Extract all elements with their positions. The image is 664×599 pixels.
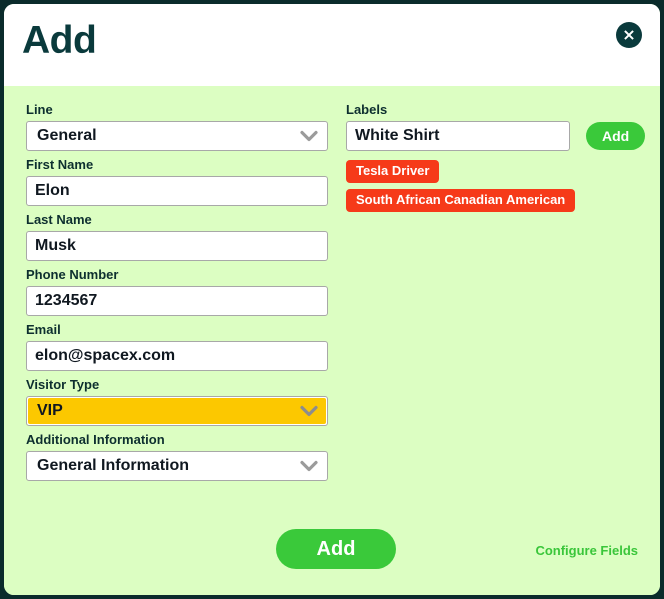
first-name-input[interactable] <box>26 176 328 206</box>
field-phone-number: Phone Number <box>26 267 328 316</box>
field-first-name: First Name <box>26 157 328 206</box>
tag-row: Tesla Driver <box>346 160 636 189</box>
field-label-phone-number: Phone Number <box>26 267 119 282</box>
tag-row: South African Canadian American <box>346 189 636 218</box>
submit-add-button[interactable]: Add <box>276 529 396 569</box>
configure-fields-link[interactable]: Configure Fields <box>535 543 638 558</box>
field-label-line: Line <box>26 102 53 117</box>
field-last-name: Last Name <box>26 212 328 261</box>
labels-tag-list: Tesla Driver South African Canadian Amer… <box>346 160 636 218</box>
field-line: Line General <box>26 102 328 151</box>
chevron-down-icon <box>300 460 318 472</box>
page-title: Add <box>22 19 97 62</box>
last-name-input[interactable] <box>26 231 328 261</box>
dialog-header: Add <box>4 4 660 86</box>
labels-column: Labels Add Tesla Driver South African Ca… <box>346 102 646 218</box>
field-label-email: Email <box>26 322 61 337</box>
form-column-left: Line General First Name Last Name <box>26 102 328 487</box>
additional-information-select[interactable]: General Information <box>26 451 328 481</box>
email-input[interactable] <box>26 341 328 371</box>
labels-input[interactable] <box>346 121 570 151</box>
label-tag[interactable]: Tesla Driver <box>346 160 440 183</box>
visitor-type-select[interactable]: VIP <box>26 396 328 426</box>
add-label-button[interactable]: Add <box>586 122 646 150</box>
additional-information-select-value: General Information <box>37 457 190 474</box>
field-email: Email <box>26 322 328 371</box>
line-select[interactable]: General <box>26 121 328 151</box>
field-label-last-name: Last Name <box>26 212 92 227</box>
add-visitor-dialog: Add Line General First Name Elon Last Na… <box>0 0 664 599</box>
field-label-visitor-type: Visitor Type <box>26 377 100 392</box>
line-select-value: General <box>37 127 97 144</box>
visitor-type-select-value: VIP <box>37 402 63 419</box>
close-icon[interactable] <box>616 22 642 48</box>
field-label-additional-information: Additional Information <box>26 432 165 447</box>
phone-number-input[interactable] <box>26 286 328 316</box>
label-tag[interactable]: South African Canadian American <box>346 189 576 212</box>
field-label-labels: Labels <box>346 102 388 117</box>
dialog-body: Line General First Name Last Name <box>4 86 660 595</box>
field-additional-information: Additional Information General Informati… <box>26 432 328 481</box>
field-visitor-type: Visitor Type VIP <box>26 377 328 426</box>
field-label-first-name: First Name <box>26 157 94 172</box>
chevron-down-icon <box>300 405 318 417</box>
chevron-down-icon <box>300 130 318 142</box>
labels-input-row: Add <box>346 121 646 151</box>
dialog-footer: Add Configure Fields <box>4 529 660 581</box>
